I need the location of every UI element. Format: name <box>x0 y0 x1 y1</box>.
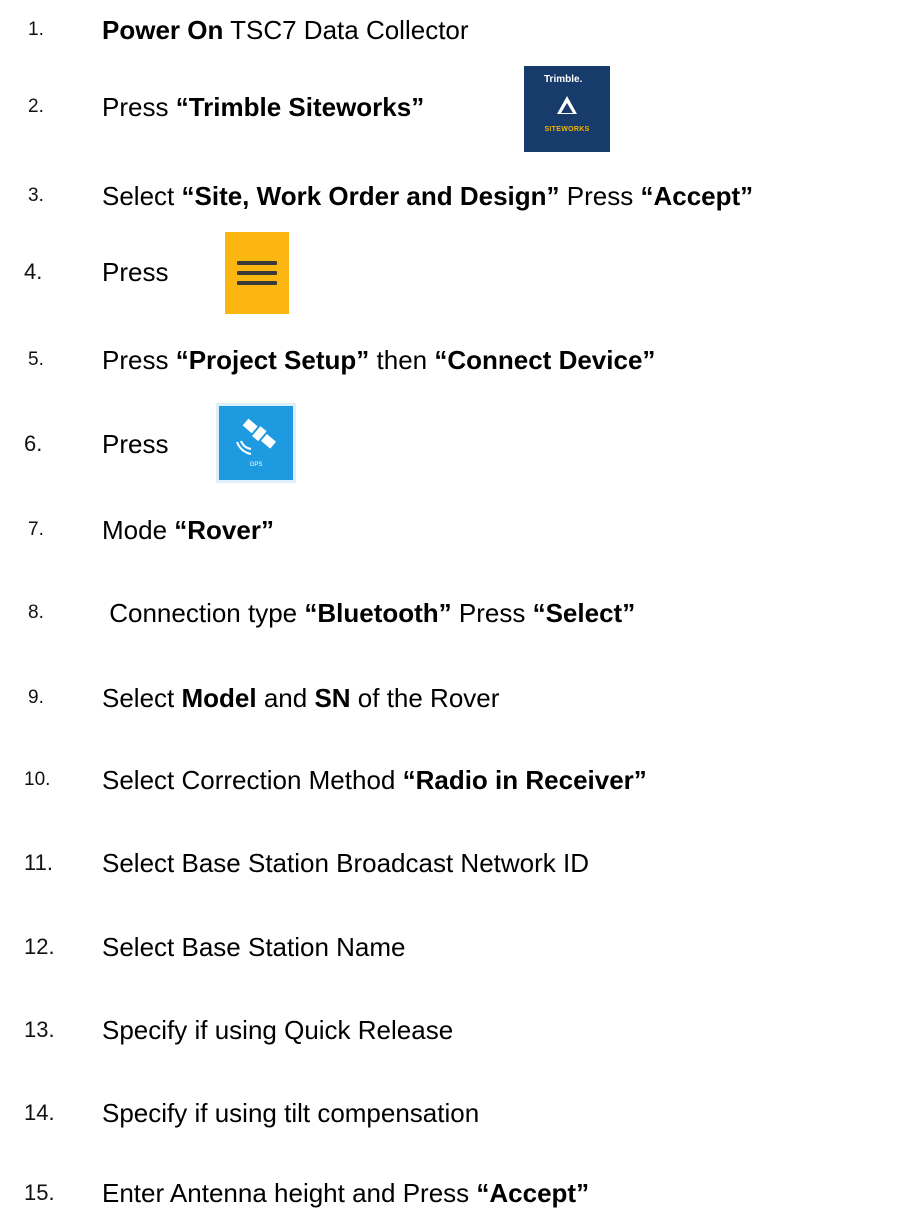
step-emphasis: Power On <box>102 15 224 45</box>
step-number: 1. <box>28 19 44 40</box>
step-text-part: Press <box>102 345 176 375</box>
step-text-part: Select <box>102 683 182 713</box>
step-text-part: Press <box>102 92 176 122</box>
step-number: 13. <box>24 1017 55 1042</box>
instruction-step: 12. Select Base Station Name <box>0 917 903 977</box>
instruction-step: 14. Specify if using tilt compensation <box>0 1083 903 1143</box>
trimble-brand-text: Trimble. <box>544 74 583 85</box>
step-text-part: TSC7 Data Collector <box>223 15 469 45</box>
instruction-step: 3. Select “Site, Work Order and Design” P… <box>0 166 903 226</box>
step-number: 2. <box>28 96 44 117</box>
step-text-part: Specify if using tilt compensation <box>102 1098 480 1128</box>
trimble-siteworks-app-icon[interactable]: Trimble. SITEWORKS <box>524 66 610 152</box>
step-text: Connection type “Bluetooth” Press “Selec… <box>102 583 635 643</box>
step-number: 3. <box>28 185 44 206</box>
step-text: Press “Trimble Siteworks” <box>102 77 424 137</box>
step-text-part: Specify if using Quick Release <box>102 1015 454 1045</box>
instruction-step: 6. Press <box>0 414 903 474</box>
step-emphasis: “Connect Device” <box>434 345 656 375</box>
instruction-step: 1. Power On TSC7 Data Collector <box>0 0 903 60</box>
step-text-part: Press <box>102 257 169 287</box>
satellite-glyph <box>236 418 277 455</box>
gps-satellite-icon[interactable]: GPS <box>216 403 296 483</box>
step-text-part: Select Base Station Broadcast Network ID <box>102 848 590 878</box>
step-text-part: Select Base Station Name <box>102 932 406 962</box>
step-number: 14. <box>24 1100 55 1125</box>
step-text-part: Select Correction Method <box>102 765 403 795</box>
step-emphasis: Model <box>181 683 257 713</box>
step-text: Press <box>102 242 168 302</box>
step-text: Power On TSC7 Data Collector <box>102 0 469 60</box>
siteworks-caption: SITEWORKS <box>544 126 590 133</box>
step-text: Specify if using Quick Release <box>102 1000 453 1060</box>
instruction-step: 5. Press “Project Setup” then “Connect De… <box>0 330 903 390</box>
step-text: Select Base Station Broadcast Network ID <box>102 833 589 893</box>
step-emphasis: “Site, Work Order and Design” <box>181 181 560 211</box>
step-number: 5. <box>28 349 44 370</box>
step-text: Select “Site, Work Order and Design” Pre… <box>102 166 753 226</box>
step-text-part: Enter Antenna height and Press <box>102 1178 477 1208</box>
step-text: Select Correction Method “Radio in Recei… <box>102 750 647 810</box>
step-text-part: then <box>369 345 435 375</box>
step-text-part: Press <box>559 181 641 211</box>
instruction-step: 9. Select Model and SN of the Rover <box>0 668 903 728</box>
step-text-part: Press <box>451 598 533 628</box>
step-number: 9. <box>28 687 44 708</box>
step-emphasis: “Radio in Receiver” <box>402 765 647 795</box>
step-number: 12. <box>24 934 55 959</box>
step-number: 11. <box>24 850 53 875</box>
step-text: Specify if using tilt compensation <box>102 1083 479 1143</box>
instruction-step: 8. Connection type “Bluetooth” Press “Se… <box>0 583 903 643</box>
step-text-part: Select <box>102 181 182 211</box>
step-text: Select Model and SN of the Rover <box>102 668 499 728</box>
step-number: 4. <box>24 259 43 284</box>
step-text: Press <box>102 414 168 474</box>
instruction-step: 2. Press “Trimble Siteworks” <box>0 77 903 137</box>
instruction-step: 4. Press <box>0 242 903 302</box>
instruction-step: 15. Enter Antenna height and Press “Accep… <box>0 1163 903 1223</box>
step-number: 7. <box>28 519 44 540</box>
instruction-step: 10. Select Correction Method “Radio in Re… <box>0 750 903 810</box>
step-text: Select Base Station Name <box>102 917 406 977</box>
step-text-part: and <box>256 683 315 713</box>
gps-caption: GPS <box>249 462 263 468</box>
instruction-step: 13. Specify if using Quick Release <box>0 1000 903 1060</box>
step-emphasis: “Accept” <box>640 181 754 211</box>
step-text: Enter Antenna height and Press “Accept” <box>102 1163 589 1223</box>
step-emphasis: “Trimble Siteworks” <box>175 92 425 122</box>
step-text-part: Mode <box>102 515 175 545</box>
step-text-part: of the Rover <box>350 683 500 713</box>
hamburger-menu-icon[interactable] <box>225 232 289 314</box>
instruction-step: 7. Mode “Rover” <box>0 500 903 560</box>
step-text-part: Connection type <box>102 598 305 628</box>
step-number: 6. <box>24 431 43 456</box>
instruction-step: 11. Select Base Station Broadcast Network… <box>0 833 903 893</box>
step-text-part: Press <box>102 429 169 459</box>
step-number: 10. <box>24 769 51 790</box>
step-emphasis: “Project Setup” <box>175 345 370 375</box>
step-emphasis: “Bluetooth” <box>304 598 452 628</box>
step-text: Press “Project Setup” then “Connect Devi… <box>102 330 655 390</box>
step-text: Mode “Rover” <box>102 500 274 560</box>
step-emphasis: “Select” <box>532 598 636 628</box>
step-emphasis: “Rover” <box>174 515 274 545</box>
step-emphasis: “Accept” <box>476 1178 590 1208</box>
step-number: 15. <box>24 1180 55 1205</box>
step-emphasis: SN <box>314 683 351 713</box>
step-number: 8. <box>28 602 44 623</box>
